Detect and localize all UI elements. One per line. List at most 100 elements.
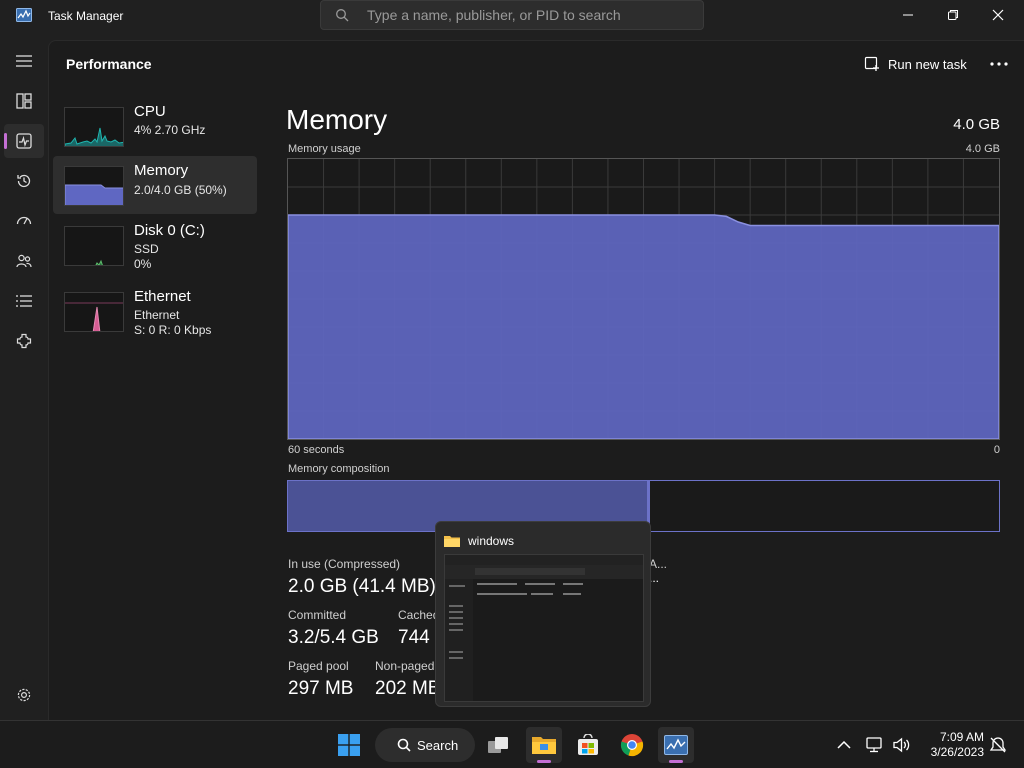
committed-value: 3.2/5.4 GB	[288, 627, 379, 648]
taskbar: Search 7:09 AM 3/26/2023	[0, 720, 1024, 768]
task-manager-icon	[664, 735, 688, 755]
startup-icon	[16, 216, 32, 225]
search-box[interactable]	[320, 0, 704, 30]
nav-users[interactable]	[4, 244, 44, 278]
title-bar: Task Manager	[0, 0, 1024, 32]
cpu-thumbnail-graph	[64, 107, 124, 147]
more-icon	[990, 62, 1008, 66]
more-options-button[interactable]	[987, 53, 1011, 75]
paged-pool-value: 297 MB	[288, 678, 354, 699]
nav-details[interactable]	[4, 284, 44, 318]
services-icon	[16, 333, 32, 349]
available-label: A...	[649, 557, 668, 571]
usage-label: Memory usage	[288, 143, 361, 155]
close-button[interactable]	[975, 0, 1021, 30]
hamburger-menu-button[interactable]	[4, 44, 44, 78]
detail-title: Memory	[286, 104, 388, 135]
committed-label: Committed	[288, 608, 347, 622]
memory-usage-area	[287, 214, 1000, 440]
search-input[interactable]	[367, 5, 687, 25]
store-icon	[578, 734, 598, 755]
restore-icon	[948, 10, 958, 20]
nav-performance[interactable]	[4, 124, 44, 158]
task-manager-icon	[16, 8, 32, 22]
perf-item-cpu[interactable]: CPU 4% 2.70 GHz	[53, 97, 257, 155]
time-axis-end-label: 0	[993, 444, 1000, 456]
memory-thumbnail-graph	[64, 166, 124, 206]
folder-icon	[444, 536, 460, 547]
memory-usage-graph	[287, 158, 1000, 440]
perf-item-detail-2: 0%	[134, 257, 152, 271]
show-hidden-icons-button[interactable]	[827, 727, 861, 763]
performance-icon	[16, 133, 32, 149]
task-view-icon	[488, 737, 508, 753]
perf-item-detail: SSD	[134, 242, 159, 256]
perf-item-memory[interactable]: Memory 2.0/4.0 GB (50%)	[53, 156, 257, 214]
processes-icon	[16, 93, 32, 109]
preview-window-title: windows	[468, 534, 515, 548]
chrome-icon	[620, 734, 644, 757]
taskbar-search-label: Search	[417, 737, 459, 753]
notification-bell-icon	[989, 737, 1007, 753]
volume-button[interactable]	[889, 727, 915, 763]
preview-thumbnail	[444, 554, 644, 702]
nav-rail	[0, 40, 48, 720]
nav-services[interactable]	[4, 324, 44, 358]
time-axis-start-label: 60 seconds	[288, 444, 345, 456]
in-use-value: 2.0 GB (41.4 MB)	[288, 576, 436, 597]
perf-item-detail: 4% 2.70 GHz	[134, 123, 206, 137]
taskbar-chrome[interactable]	[614, 727, 650, 763]
non-paged-label: Non-paged	[375, 659, 435, 673]
perf-item-disk[interactable]: Disk 0 (C:) SSD 0%	[53, 216, 257, 274]
perf-item-name: Ethernet	[134, 288, 191, 305]
taskbar-window-preview[interactable]: windows	[435, 521, 651, 707]
perf-item-name: Memory	[134, 162, 189, 179]
detail-total-memory: 4.0 GB	[953, 116, 1000, 133]
run-new-task-button[interactable]: Run new task	[864, 53, 967, 75]
windows-logo-icon	[338, 734, 360, 756]
perf-item-name: CPU	[134, 103, 166, 120]
taskbar-microsoft-store[interactable]	[570, 727, 606, 763]
nav-startup-apps[interactable]	[4, 204, 44, 238]
start-button[interactable]	[331, 727, 367, 763]
page-title: Performance	[66, 56, 152, 72]
minimize-button[interactable]	[885, 0, 931, 30]
history-icon	[17, 174, 31, 188]
perf-item-detail: Ethernet	[134, 308, 180, 322]
users-icon	[16, 254, 32, 268]
perf-item-detail-2: S: 0 R: 0 Kbps	[134, 323, 212, 337]
network-status-button[interactable]	[862, 727, 888, 763]
non-paged-value: 202 MB	[375, 678, 441, 699]
close-icon	[992, 9, 1004, 21]
nav-processes[interactable]	[4, 84, 44, 118]
cached-value: 744	[398, 627, 430, 648]
perf-item-name: Disk 0 (C:)	[134, 222, 205, 239]
network-icon	[866, 737, 882, 753]
taskbar-file-explorer[interactable]	[526, 727, 562, 763]
run-new-task-label: Run new task	[888, 56, 967, 72]
clock-time: 7:09 AM	[939, 730, 984, 744]
perf-item-detail: 2.0/4.0 GB (50%)	[134, 183, 227, 197]
hamburger-icon	[16, 55, 32, 67]
volume-icon	[893, 737, 910, 753]
minimize-icon	[903, 14, 913, 16]
search-icon	[397, 738, 411, 752]
notifications-button[interactable]	[985, 727, 1011, 763]
clock-date: 3/26/2023	[930, 745, 984, 759]
task-view-button[interactable]	[481, 727, 517, 763]
composition-label: Memory composition	[288, 463, 390, 475]
nav-app-history[interactable]	[4, 164, 44, 198]
chevron-up-icon	[837, 741, 851, 749]
taskbar-clock[interactable]: 7:09 AM 3/26/2023	[918, 730, 984, 760]
perf-item-ethernet[interactable]: Ethernet Ethernet S: 0 R: 0 Kbps	[53, 282, 257, 340]
usage-max-label: 4.0 GB	[965, 143, 1000, 155]
nav-settings[interactable]	[4, 678, 44, 712]
taskbar-search-button[interactable]: Search	[375, 728, 475, 762]
disk-thumbnail-graph	[64, 226, 124, 266]
gear-icon	[17, 688, 31, 702]
taskbar-task-manager[interactable]	[658, 727, 694, 763]
search-icon	[336, 9, 349, 22]
file-explorer-icon	[532, 737, 556, 754]
details-icon	[16, 295, 32, 307]
restore-button[interactable]	[930, 0, 976, 30]
